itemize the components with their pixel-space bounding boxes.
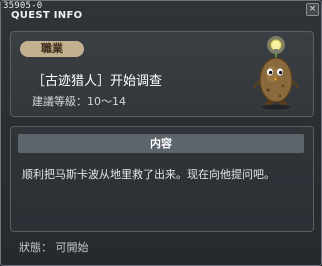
content-text: 顺利把马斯卡波从地里救了出来。现在向他提问吧。 bbox=[22, 168, 275, 181]
close-icon[interactable]: × bbox=[309, 4, 317, 14]
quest-content-card: 内容 顺利把马斯卡波从地里救了出来。现在向他提问吧。 bbox=[10, 126, 314, 232]
quest-summary-card: 職業 ［古迹猎人］开始调查 建議等級：10〜14 bbox=[10, 31, 314, 117]
job-badge: 職業 bbox=[20, 41, 84, 57]
window-title: QUEST INFO bbox=[11, 10, 83, 21]
npc-portrait-icon bbox=[253, 36, 299, 110]
content-header: 内容 bbox=[18, 134, 304, 153]
quest-status: 狀態： 可開始 bbox=[19, 241, 89, 254]
close-button[interactable]: × bbox=[306, 3, 319, 16]
quest-info-window: 35905-0 QUEST INFO × 職業 ［古迹猎人］开始调查 建議等級：… bbox=[0, 0, 322, 266]
quest-name: ［古迹猎人］开始调查 bbox=[32, 74, 163, 89]
recommended-level: 建議等級：10〜14 bbox=[32, 95, 126, 108]
